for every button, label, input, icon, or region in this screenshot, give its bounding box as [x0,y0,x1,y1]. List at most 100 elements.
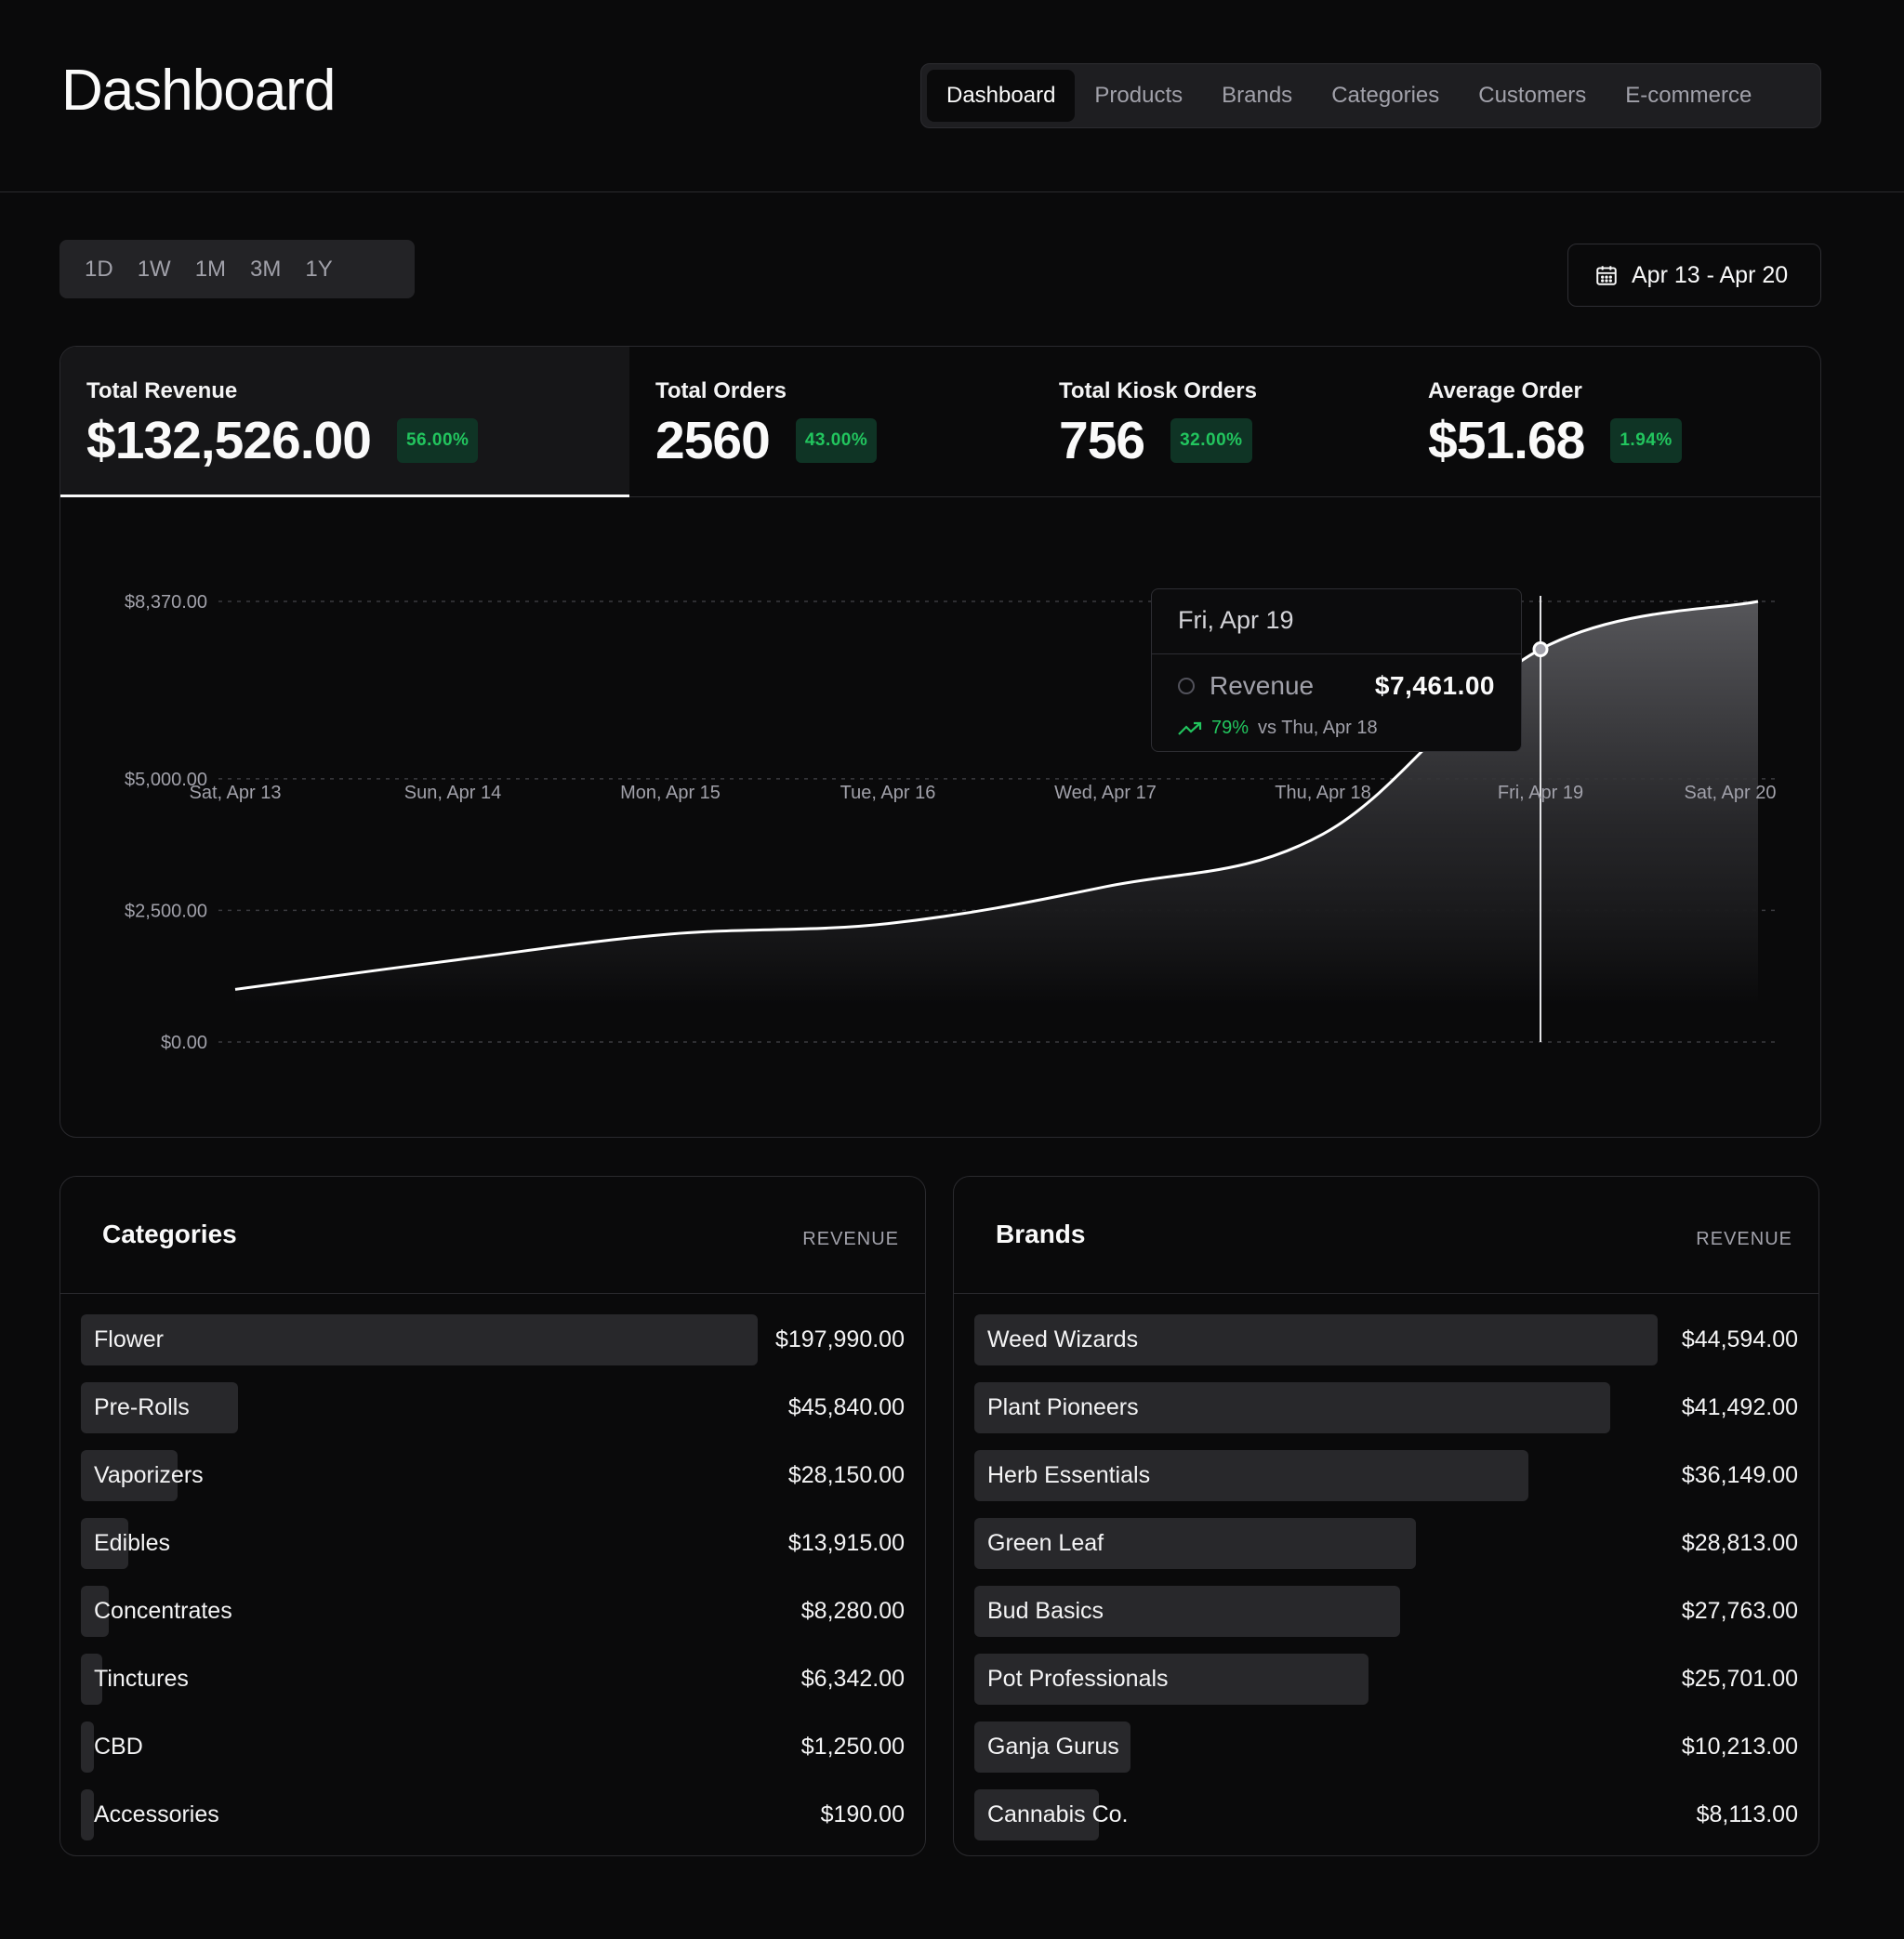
x-tick-label: Wed, Apr 17 [1054,783,1157,803]
brand-row[interactable]: Bud Basics $27,763.00 [954,1586,1818,1654]
category-revenue-value: $197,990.00 [774,1326,905,1352]
brands-title: Brands [996,1220,1086,1248]
range-tab-3m[interactable]: 3M [238,257,293,283]
date-range-label: Apr 13 - Apr 20 [1632,261,1789,288]
kpi-value: $132,526.00 [86,411,372,470]
brand-revenue-value: $36,149.00 [1681,1462,1798,1488]
kpi-change-badge: 43.00% [795,418,878,463]
nav-customers[interactable]: Customers [1459,70,1606,122]
brand-label: Plant Pioneers [987,1394,1139,1420]
main-nav: Dashboard Products Brands Categories Cus… [920,63,1821,128]
brand-row[interactable]: Green Leaf $28,813.00 [954,1518,1818,1586]
brands-card: Brands REVENUE Weed Wizards $44,594.00 Pla… [953,1176,1819,1856]
tooltip-change-text: vs Thu, Apr 18 [1258,718,1378,738]
brand-label: Green Leaf [987,1530,1104,1556]
categories-title: Categories [102,1220,237,1248]
brand-revenue-value: $10,213.00 [1681,1734,1798,1760]
kpi-total-revenue[interactable]: Total Revenue $132,526.00 56.00% [60,347,629,497]
tooltip-value: $7,461.00 [1374,671,1495,700]
range-tab-1m[interactable]: 1M [183,257,238,283]
nav-dashboard[interactable]: Dashboard [927,70,1076,122]
brand-revenue-value: $8,113.00 [1696,1801,1798,1827]
range-tab-1w[interactable]: 1W [126,257,183,283]
y-tick-label: $0.00 [161,1033,207,1053]
brand-label: Bud Basics [987,1598,1104,1624]
kpi-value: 2560 [655,411,771,470]
category-row[interactable]: Accessories $190.00 [60,1789,925,1855]
category-revenue-bar [81,1721,94,1773]
categories-card: Categories REVENUE Flower $197,990.00 Pre-… [60,1176,926,1856]
x-tick-label: Thu, Apr 18 [1275,783,1370,803]
kpi-label: Total Revenue [86,378,238,403]
category-row[interactable]: Vaporizers $28,150.00 [60,1450,925,1518]
x-tick-label: Fri, Apr 19 [1498,783,1583,803]
category-revenue-value: $13,915.00 [787,1530,905,1556]
category-row[interactable]: Edibles $13,915.00 [60,1518,925,1586]
category-row[interactable]: CBD $1,250.00 [60,1721,925,1789]
page-title: Dashboard [61,59,336,123]
category-label: Concentrates [94,1598,232,1624]
category-revenue-value: $28,150.00 [787,1462,905,1488]
tooltip-date: Fri, Apr 19 [1152,589,1521,654]
tooltip-change-pct: 79% [1211,718,1250,738]
range-tab-1d[interactable]: 1D [73,257,126,283]
y-tick-label: $2,500.00 [125,901,207,921]
header: Dashboard Dashboard Products Brands Cate… [0,0,1904,192]
kpi-change-badge: 56.00% [396,418,479,463]
category-label: Vaporizers [94,1462,204,1488]
category-label: Tinctures [94,1666,189,1692]
brand-row[interactable]: Weed Wizards $44,594.00 [954,1314,1818,1382]
hover-point [1532,640,1549,657]
series-marker-icon [1178,678,1195,694]
nav-categories[interactable]: Categories [1312,70,1459,122]
nav-ecommerce[interactable]: E-commerce [1606,70,1771,122]
y-tick-label: $8,370.00 [125,592,207,613]
date-range-button[interactable]: Apr 13 - Apr 20 [1567,244,1821,307]
kpi-row: Total Revenue $132,526.00 56.00% Total O… [60,347,1820,497]
category-row[interactable]: Tinctures $6,342.00 [60,1654,925,1721]
range-tabs: 1D 1W 1M 3M 1Y [60,240,415,298]
category-row[interactable]: Pre-Rolls $45,840.00 [60,1382,925,1450]
kpi-average-order[interactable]: Average Order $51.68 1.94% [1402,347,1820,497]
x-tick-label: Sun, Apr 14 [404,783,502,803]
brand-row[interactable]: Cannabis Co. $8,113.00 [954,1789,1818,1855]
brand-row[interactable]: Plant Pioneers $41,492.00 [954,1382,1818,1450]
category-label: Edibles [94,1530,170,1556]
brands-list: Weed Wizards $44,594.00 Plant Pioneers $41,… [954,1314,1818,1855]
category-row[interactable]: Concentrates $8,280.00 [60,1586,925,1654]
category-label: CBD [94,1734,143,1760]
category-revenue-bar [81,1789,94,1840]
revenue-area-chart[interactable]: $0.00$2,500.00$5,000.00$8,370.00 Sat, Ap… [60,497,1820,1137]
x-tick-label: Mon, Apr 15 [620,783,721,803]
kpi-label: Total Kiosk Orders [1059,378,1257,403]
kpi-value: $51.68 [1428,411,1585,470]
kpi-change-badge: 32.00% [1170,418,1252,463]
brand-label: Herb Essentials [987,1462,1151,1488]
brand-label: Ganja Gurus [987,1734,1119,1760]
nav-brands[interactable]: Brands [1202,70,1312,122]
brand-revenue-value: $25,701.00 [1681,1666,1798,1692]
kpi-value: 756 [1059,411,1145,470]
chart-tooltip: Fri, Apr 19 Revenue $7,461.00 79% vs Thu… [1151,588,1522,752]
category-revenue-bar [81,1314,758,1365]
category-revenue-value: $190.00 [820,1801,905,1827]
x-tick-label: Sat, Apr 20 [1685,783,1777,803]
nav-products[interactable]: Products [1075,70,1202,122]
brand-label: Weed Wizards [987,1326,1139,1352]
kpi-total-kiosk-orders[interactable]: Total Kiosk Orders 756 32.00% [1033,347,1402,497]
category-revenue-value: $45,840.00 [787,1394,905,1420]
brand-row[interactable]: Pot Professionals $25,701.00 [954,1654,1818,1721]
calendar-icon [1596,266,1617,285]
kpi-total-orders[interactable]: Total Orders 2560 43.00% [629,347,1033,497]
category-row[interactable]: Flower $197,990.00 [60,1314,925,1382]
brand-row[interactable]: Herb Essentials $36,149.00 [954,1450,1818,1518]
brand-row[interactable]: Ganja Gurus $10,213.00 [954,1721,1818,1789]
range-tab-1y[interactable]: 1Y [293,257,344,283]
kpi-label: Total Orders [655,378,787,403]
category-label: Pre-Rolls [94,1394,190,1420]
categories-list: Flower $197,990.00 Pre-Rolls $45,840.00 Vapo… [60,1314,925,1855]
brands-column-header: REVENUE [1696,1229,1792,1249]
category-revenue-value: $6,342.00 [800,1666,905,1692]
categories-column-header: REVENUE [802,1229,899,1249]
category-label: Accessories [94,1801,219,1827]
